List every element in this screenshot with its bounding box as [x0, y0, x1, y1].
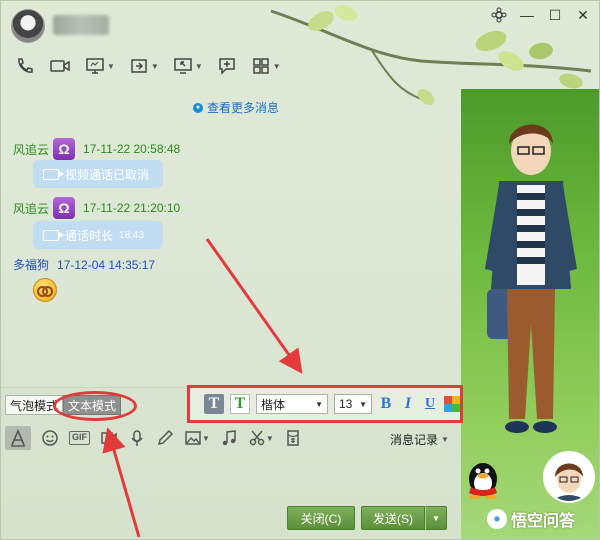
chevron-down-icon: ▼ — [194, 61, 203, 71]
message-time: 17-12-04 14:35:17 — [57, 257, 156, 272]
screen-share-icon[interactable]: ▼ — [81, 55, 119, 77]
gif-label: GIF — [69, 431, 90, 445]
chevron-down-icon: ▼ — [107, 61, 115, 71]
font-size-value: 13 — [339, 397, 353, 411]
sender-name[interactable]: 风追云 — [13, 200, 49, 217]
send-button[interactable]: 发送(S) — [361, 506, 425, 530]
new-chat-icon[interactable] — [213, 55, 241, 77]
text-mode-button[interactable]: 文本模式 — [63, 395, 122, 415]
video-icon[interactable] — [45, 55, 75, 77]
video-call-icon — [43, 229, 64, 241]
input-mode-toggle: 气泡模式 文本模式 — [5, 395, 122, 415]
message-header: 多福狗 17-12-04 14:35:17 — [13, 256, 155, 273]
apps-grid-icon[interactable]: ▼ — [247, 55, 285, 77]
red-packet-icon[interactable] — [284, 426, 302, 450]
chevron-down-icon: ▼ — [150, 61, 159, 71]
qq-penguin-logo-icon — [469, 463, 497, 499]
bubble-mode-button[interactable]: 气泡模式 — [5, 395, 64, 415]
more-messages-link[interactable]: ● 查看更多消息 — [193, 99, 279, 116]
message-header: 风追云 Ω 17-11-22 20:58:48 — [13, 138, 180, 160]
video-call-icon — [43, 168, 64, 180]
libra-badge-icon: Ω — [53, 197, 76, 219]
chevron-down-icon: ▼ — [202, 433, 210, 443]
contact-avatar[interactable] — [11, 9, 45, 43]
italic-button[interactable]: I — [400, 395, 416, 413]
video-clip-icon[interactable] — [100, 426, 118, 450]
scissors-icon[interactable]: ▼ — [248, 426, 274, 450]
watermark-logo-icon: ● — [487, 509, 507, 529]
message-time: 17-11-22 21:20:10 — [83, 201, 181, 215]
libra-badge-icon: Ω — [53, 138, 76, 160]
sender-name[interactable]: 多福狗 — [13, 256, 49, 273]
text-style-color-button[interactable]: T — [230, 394, 250, 414]
window-controls: — ☐ ✕ — [489, 5, 593, 25]
close-button[interactable]: 关闭(C) — [287, 506, 355, 530]
call-duration: 18:43 — [119, 229, 145, 241]
underline-button[interactable]: U — [422, 396, 438, 412]
watermark: ● 悟空问答 — [487, 507, 575, 531]
message-header: 风追云 Ω 17-11-22 21:20:10 — [13, 197, 180, 219]
microphone-icon[interactable] — [128, 426, 146, 450]
emoji-icon[interactable] — [41, 426, 59, 450]
message-time: 17-11-22 20:58:48 — [83, 142, 181, 156]
chat-window: — ☐ ✕ ▼ ▼ ▼ ▼ ● 查看更多消息 风追云 Ω 17-11-22 20… — [0, 0, 600, 540]
chat-history-button[interactable]: 消息记录 ▼ — [390, 431, 449, 448]
remote-assist-icon[interactable]: ▼ — [169, 55, 207, 77]
phone-icon[interactable] — [11, 55, 39, 77]
chevron-down-icon: ▼ — [315, 399, 323, 409]
chevron-down-icon: ▼ — [441, 435, 449, 444]
message-bubble: 视频通话已取消 — [33, 160, 163, 188]
skin-icon[interactable] — [489, 5, 509, 25]
maximize-button[interactable]: ☐ — [545, 5, 565, 25]
font-icon[interactable] — [5, 426, 31, 450]
gif-button[interactable]: GIF — [69, 426, 90, 450]
font-family-value: 楷体 — [261, 397, 286, 412]
bold-button[interactable]: B — [378, 395, 394, 413]
message-bubble: 通话时长 18:43 — [33, 221, 163, 249]
close-window-button[interactable]: ✕ — [573, 5, 593, 25]
text-style-plain-button[interactable]: T — [204, 394, 224, 414]
font-toolbar: T T 楷体 ▼ 13 ▼ B I U — [187, 385, 463, 423]
contact-name — [53, 15, 109, 35]
chevron-down-icon: ▼ — [359, 399, 367, 409]
bubble-text: 视频通话已取消 — [65, 167, 150, 182]
chevron-down-icon: ▼ — [265, 433, 274, 443]
send-options-chevron-icon[interactable]: ▼ — [425, 506, 447, 530]
chevron-down-icon: ▼ — [272, 61, 281, 71]
clock-icon: ● — [193, 102, 203, 113]
color-palette-icon[interactable] — [444, 396, 460, 412]
file-transfer-icon[interactable]: ▼ — [125, 55, 163, 77]
dizzy-face-emoji-icon — [33, 278, 57, 302]
music-icon[interactable] — [220, 426, 238, 450]
message-input[interactable] — [5, 453, 457, 503]
font-family-select[interactable]: 楷体 ▼ — [256, 394, 328, 414]
minimize-button[interactable]: — — [517, 5, 537, 25]
font-size-select[interactable]: 13 ▼ — [334, 394, 372, 414]
user-avatar[interactable] — [543, 451, 595, 503]
arrow-to-font-toolbar — [205, 238, 303, 374]
sender-name[interactable]: 风追云 — [13, 141, 49, 158]
more-messages-label: 查看更多消息 — [207, 101, 280, 115]
pen-icon[interactable] — [156, 426, 174, 450]
bubble-text: 通话时长 — [65, 228, 114, 243]
image-icon[interactable]: ▼ — [184, 426, 210, 450]
color-t-icon: T — [234, 395, 246, 412]
action-toolbar: ▼ ▼ ▼ ▼ — [11, 55, 285, 77]
watermark-text: 悟空问答 — [511, 513, 576, 530]
chat-history-label: 消息记录 — [390, 433, 439, 447]
